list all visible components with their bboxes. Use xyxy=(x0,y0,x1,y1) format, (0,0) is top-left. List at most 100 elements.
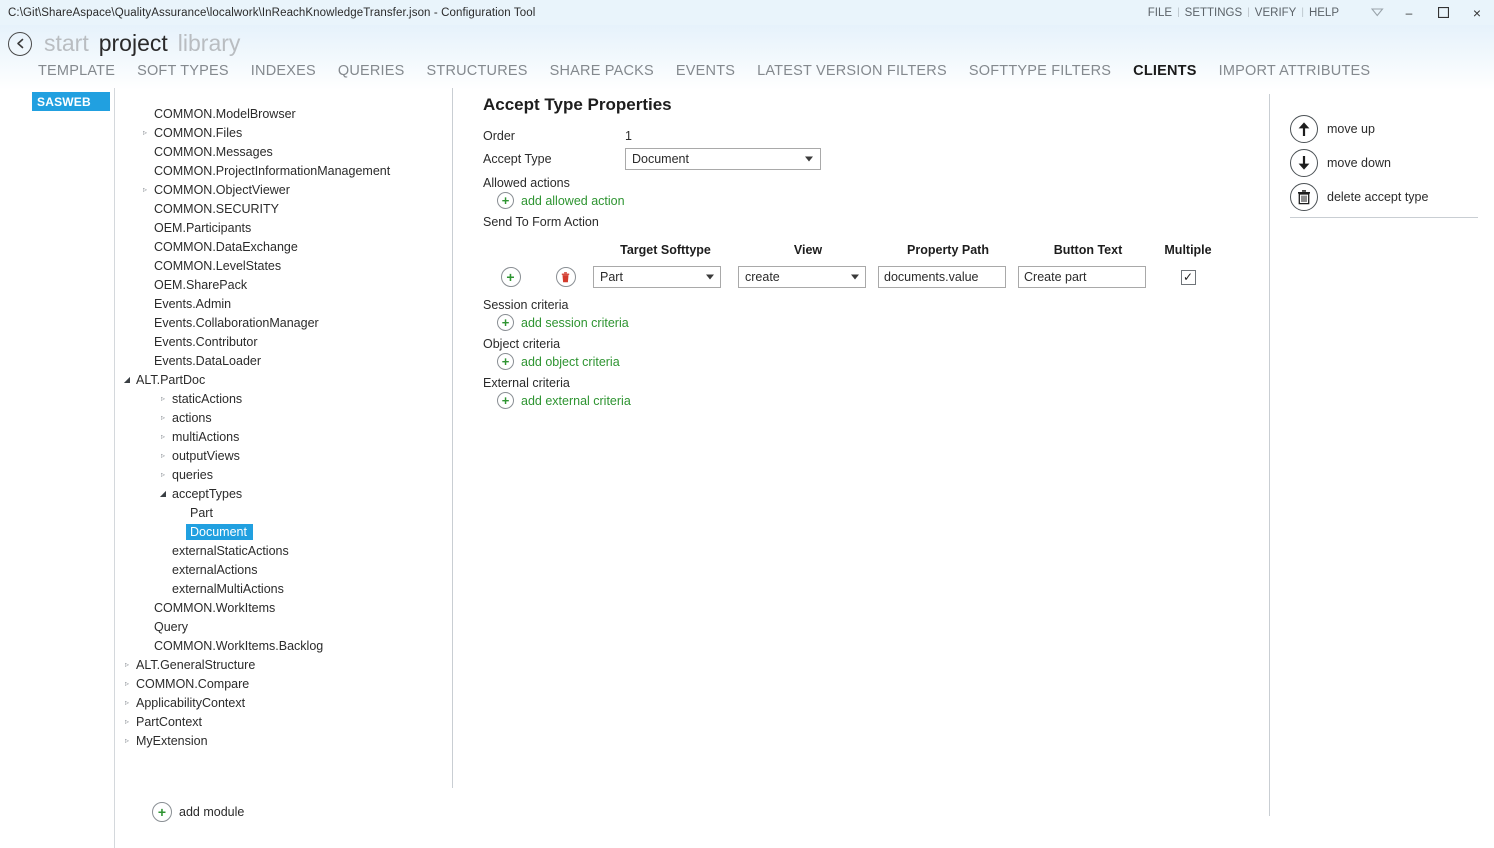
tree-node-label: COMMON.Messages xyxy=(152,145,273,159)
tree-node[interactable]: Query xyxy=(120,617,450,636)
tree-node[interactable]: COMMON.WorkItems xyxy=(120,598,450,617)
menu-item-file[interactable]: FILE xyxy=(1143,7,1177,19)
tree-node[interactable]: COMMON.ProjectInformationManagement xyxy=(120,161,450,180)
external-criteria-label: External criteria xyxy=(483,376,1263,390)
add-external-criteria-button[interactable]: + add external criteria xyxy=(497,392,1263,409)
view-select[interactable]: create xyxy=(738,266,866,288)
tab-clients[interactable]: CLIENTS xyxy=(1133,63,1196,79)
tree-node-label: COMMON.Compare xyxy=(134,677,249,691)
add-form-action-button[interactable]: + xyxy=(483,267,538,287)
tree-expand-collapsed-icon[interactable]: ▹ xyxy=(120,661,134,669)
tree-node[interactable]: ▹COMMON.ObjectViewer xyxy=(120,180,450,199)
tab-share-packs[interactable]: SHARE PACKS xyxy=(550,63,654,79)
tree-node[interactable]: COMMON.LevelStates xyxy=(120,256,450,275)
tree-expand-collapsed-icon[interactable]: ▹ xyxy=(156,395,170,403)
menu-item-help[interactable]: HELP xyxy=(1304,7,1344,19)
menu-item-verify[interactable]: VERIFY xyxy=(1250,7,1302,19)
tree-expand-collapsed-icon[interactable]: ▹ xyxy=(120,737,134,745)
arrow-down-glyph xyxy=(1297,155,1311,171)
tree-node[interactable]: COMMON.DataExchange xyxy=(120,237,450,256)
tree-node-label: COMMON.Files xyxy=(152,126,242,140)
tree-node[interactable]: COMMON.ModelBrowser xyxy=(120,104,450,123)
property-path-input[interactable]: documents.value xyxy=(878,266,1006,288)
tree-node[interactable]: ▹ApplicabilityContext xyxy=(120,693,450,712)
module-tree: COMMON.ModelBrowser▹COMMON.FilesCOMMON.M… xyxy=(120,104,450,750)
tree-node[interactable]: ▹PartContext xyxy=(120,712,450,731)
tree-expand-collapsed-icon[interactable]: ▹ xyxy=(120,718,134,726)
tree-node[interactable]: OEM.SharePack xyxy=(120,275,450,294)
tree-node[interactable]: ▹MyExtension xyxy=(120,731,450,750)
tree-node[interactable]: COMMON.SECURITY xyxy=(120,199,450,218)
tree-node[interactable]: ▹COMMON.Files xyxy=(120,123,450,142)
tab-softtype-filters[interactable]: SOFTTYPE FILTERS xyxy=(969,63,1111,79)
tab-structures[interactable]: STRUCTURES xyxy=(427,63,528,79)
add-object-criteria-button[interactable]: + add object criteria xyxy=(497,353,1263,370)
tree-expand-collapsed-icon[interactable]: ▹ xyxy=(156,414,170,422)
tab-events[interactable]: EVENTS xyxy=(676,63,735,79)
tree-node[interactable]: Events.Admin xyxy=(120,294,450,313)
target-softtype-select[interactable]: Part xyxy=(593,266,721,288)
tree-expand-collapsed-icon[interactable]: ▹ xyxy=(156,452,170,460)
tree-node-label: COMMON.LevelStates xyxy=(152,259,281,273)
tree-expand-expanded-icon[interactable]: ◢ xyxy=(120,376,134,384)
tree-expand-collapsed-icon[interactable]: ▹ xyxy=(120,680,134,688)
tab-indexes[interactable]: INDEXES xyxy=(251,63,316,79)
multiple-checkbox[interactable]: ✓ xyxy=(1181,270,1196,285)
delete-accept-type-label: delete accept type xyxy=(1327,190,1428,204)
tree-node-label: OEM.SharePack xyxy=(152,278,247,292)
move-down-button[interactable]: move down xyxy=(1290,146,1480,180)
client-item-sasweb[interactable]: SASWEB xyxy=(32,92,110,111)
tree-node[interactable]: ▹queries xyxy=(120,465,450,484)
plus-circle-icon: + xyxy=(497,192,514,209)
add-session-criteria-button[interactable]: + add session criteria xyxy=(497,314,1263,331)
breadcrumb-item-library[interactable]: library xyxy=(178,30,241,57)
tree-node[interactable]: ▹COMMON.Compare xyxy=(120,674,450,693)
tree-node[interactable]: Events.Contributor xyxy=(120,332,450,351)
tree-node[interactable]: ▹staticActions xyxy=(120,389,450,408)
tree-expand-expanded-icon[interactable]: ◢ xyxy=(156,490,170,498)
tree-expand-collapsed-icon[interactable]: ▹ xyxy=(156,471,170,479)
breadcrumb-item-start[interactable]: start xyxy=(44,30,89,57)
tree-node-label: externalStaticActions xyxy=(170,544,289,558)
minimize-button[interactable]: – xyxy=(1392,0,1426,25)
add-allowed-action-button[interactable]: + add allowed action xyxy=(497,192,1263,209)
tree-node[interactable]: externalActions xyxy=(120,560,450,579)
tree-node[interactable]: Document xyxy=(120,522,450,541)
add-module-button[interactable]: + add module xyxy=(152,802,244,822)
breadcrumb-item-project[interactable]: project xyxy=(99,30,168,57)
delete-accept-type-button[interactable]: delete accept type xyxy=(1290,180,1480,214)
delete-form-action-button[interactable] xyxy=(538,267,593,287)
accept-type-select[interactable]: Document xyxy=(625,148,821,170)
chevron-down-icon[interactable] xyxy=(1362,0,1392,25)
tab-import-attributes[interactable]: IMPORT ATTRIBUTES xyxy=(1219,63,1371,79)
tree-node[interactable]: ▹actions xyxy=(120,408,450,427)
tree-expand-collapsed-icon[interactable]: ▹ xyxy=(138,186,152,194)
tree-node[interactable]: ▹multiActions xyxy=(120,427,450,446)
tree-node[interactable]: ▹ALT.GeneralStructure xyxy=(120,655,450,674)
tree-node[interactable]: Events.CollaborationManager xyxy=(120,313,450,332)
tree-expand-collapsed-icon[interactable]: ▹ xyxy=(120,699,134,707)
tree-node[interactable]: externalMultiActions xyxy=(120,579,450,598)
tree-expand-collapsed-icon[interactable]: ▹ xyxy=(156,433,170,441)
tree-node[interactable]: ◢acceptTypes xyxy=(120,484,450,503)
tab-latest-version-filters[interactable]: LATEST VERSION FILTERS xyxy=(757,63,947,79)
tree-node[interactable]: COMMON.Messages xyxy=(120,142,450,161)
tab-template[interactable]: TEMPLATE xyxy=(38,63,115,79)
back-icon[interactable] xyxy=(8,32,32,56)
button-text-input[interactable]: Create part xyxy=(1018,266,1146,288)
maximize-button[interactable] xyxy=(1426,0,1460,25)
menu-item-settings[interactable]: SETTINGS xyxy=(1180,7,1248,19)
tree-node[interactable]: externalStaticActions xyxy=(120,541,450,560)
tree-node[interactable]: Part xyxy=(120,503,450,522)
tree-node[interactable]: OEM.Participants xyxy=(120,218,450,237)
tree-node[interactable]: Events.DataLoader xyxy=(120,351,450,370)
tree-node[interactable]: ▹outputViews xyxy=(120,446,450,465)
tree-expand-collapsed-icon[interactable]: ▹ xyxy=(138,129,152,137)
tree-node-label: ALT.PartDoc xyxy=(134,373,205,387)
close-button[interactable]: × xyxy=(1460,0,1494,25)
tree-node[interactable]: COMMON.WorkItems.Backlog xyxy=(120,636,450,655)
tree-node[interactable]: ◢ALT.PartDoc xyxy=(120,370,450,389)
tab-queries[interactable]: QUERIES xyxy=(338,63,405,79)
tab-soft-types[interactable]: SOFT TYPES xyxy=(137,63,229,79)
move-up-button[interactable]: move up xyxy=(1290,112,1480,146)
